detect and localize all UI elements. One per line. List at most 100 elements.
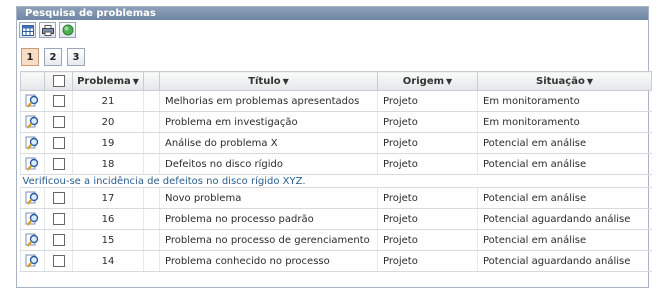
cell-spacer: [143, 187, 160, 209]
cell-origem: Projeto: [377, 111, 478, 133]
row-checkbox[interactable]: [52, 234, 65, 246]
header-icon-col: [20, 71, 45, 91]
magnifier-icon: [25, 157, 39, 171]
row-checkbox[interactable]: [52, 192, 65, 204]
view-details-button[interactable]: [20, 153, 45, 175]
globe-icon: [62, 24, 73, 36]
table-header-row: Problema ▼ Título ▼ Origem ▼ Situação ▼: [20, 71, 652, 91]
row-checkbox-cell: [44, 208, 73, 230]
cell-spacer: [143, 153, 160, 175]
row-checkbox[interactable]: [52, 213, 65, 225]
row-checkbox-cell: [44, 153, 73, 175]
cell-problema: 16: [72, 208, 144, 230]
panel-title: Pesquisa de problemas: [17, 7, 648, 20]
magnifier-icon: [25, 94, 39, 108]
cell-origem: Projeto: [377, 153, 478, 175]
row-checkbox-cell: [44, 187, 73, 209]
magnifier-icon: [25, 191, 39, 205]
pagination: 1 2 3: [21, 48, 85, 66]
toolbar: [19, 22, 76, 38]
page-2-button[interactable]: 2: [44, 48, 62, 66]
sort-down-icon: ▼: [282, 76, 289, 86]
cell-situacao: Potencial em análise: [477, 187, 652, 209]
cell-origem: Projeto: [377, 250, 478, 272]
cell-situacao: Potencial aguardando análise: [477, 208, 652, 230]
problems-table: Problema ▼ Título ▼ Origem ▼ Situação ▼ 21 Me…: [20, 71, 652, 272]
cell-spacer: [143, 208, 160, 230]
view-details-button[interactable]: [20, 132, 45, 154]
print-button[interactable]: [39, 22, 56, 38]
cell-spacer: [143, 111, 160, 133]
view-details-button[interactable]: [20, 250, 45, 272]
cell-titulo: Defeitos no disco rígido: [159, 153, 378, 175]
page-1-button[interactable]: 1: [21, 48, 39, 66]
view-details-button[interactable]: [20, 90, 45, 112]
header-origem[interactable]: Origem ▼: [377, 71, 478, 91]
row-checkbox[interactable]: [52, 255, 65, 267]
table-row[interactable]: 20 Problema em investigação Projeto Em moni…: [20, 111, 652, 133]
cell-titulo: Análise do problema X: [159, 132, 378, 154]
select-all-checkbox[interactable]: [52, 75, 65, 87]
cell-spacer: [143, 250, 160, 272]
refresh-button[interactable]: [59, 22, 76, 38]
cell-origem: Projeto: [377, 132, 478, 154]
table-row[interactable]: 17 Novo problema Projeto Potencial em análi…: [20, 187, 652, 209]
header-situacao[interactable]: Situação ▼: [477, 71, 652, 91]
row-checkbox-cell: [44, 132, 73, 154]
cell-situacao: Potencial aguardando análise: [477, 250, 652, 272]
table-row[interactable]: 19 Análise do problema X Projeto Potencial …: [20, 132, 652, 154]
magnifier-icon: [25, 254, 39, 268]
cell-origem: Projeto: [377, 187, 478, 209]
row-checkbox-cell: [44, 250, 73, 272]
table-icon: [21, 24, 34, 36]
row-checkbox-cell: [44, 111, 73, 133]
cell-origem: Projeto: [377, 90, 478, 112]
cell-spacer: [143, 132, 160, 154]
cell-titulo: Problema conhecido no processo: [159, 250, 378, 272]
cell-titulo: Novo problema: [159, 187, 378, 209]
cell-problema: 14: [72, 250, 144, 272]
cell-origem: Projeto: [377, 208, 478, 230]
cell-titulo: Melhorias em problemas apresentados: [159, 90, 378, 112]
note-text: Verificou-se a incidência de defeitos no…: [20, 174, 652, 188]
header-problema[interactable]: Problema ▼: [72, 71, 144, 91]
row-checkbox-cell: [44, 229, 73, 251]
row-checkbox[interactable]: [52, 116, 65, 128]
cell-titulo: Problema em investigação: [159, 111, 378, 133]
cell-problema: 17: [72, 187, 144, 209]
table-row[interactable]: 18 Defeitos no disco rígido Projeto Potenci…: [20, 153, 652, 175]
magnifier-icon: [25, 233, 39, 247]
row-checkbox[interactable]: [52, 158, 65, 170]
view-details-button[interactable]: [20, 229, 45, 251]
table-row[interactable]: 21 Melhorias em problemas apresentados Pro…: [20, 90, 652, 112]
row-checkbox-cell: [44, 90, 73, 112]
cell-situacao: Potencial em análise: [477, 132, 652, 154]
view-details-button[interactable]: [20, 111, 45, 133]
cell-problema: 19: [72, 132, 144, 154]
view-details-button[interactable]: [20, 208, 45, 230]
cell-problema: 18: [72, 153, 144, 175]
cell-titulo: Problema no processo de gerenciamento: [159, 229, 378, 251]
problem-search-panel: Pesquisa de problemas 1 2 3 Problema ▼ T…: [16, 6, 652, 288]
cell-spacer: [143, 229, 160, 251]
row-checkbox[interactable]: [52, 95, 65, 107]
page-3-button[interactable]: 3: [67, 48, 85, 66]
magnifier-icon: [25, 115, 39, 129]
table-view-button[interactable]: [19, 22, 36, 38]
cell-situacao: Em monitoramento: [477, 90, 652, 112]
cell-problema: 21: [72, 90, 144, 112]
cell-spacer: [143, 90, 160, 112]
cell-situacao: Potencial em análise: [477, 229, 652, 251]
row-checkbox[interactable]: [52, 137, 65, 149]
row-note: Verificou-se a incidência de defeitos no…: [20, 174, 652, 188]
header-spacer: [143, 71, 160, 91]
magnifier-icon: [25, 136, 39, 150]
cell-problema: 15: [72, 229, 144, 251]
magnifier-icon: [25, 212, 39, 226]
view-details-button[interactable]: [20, 187, 45, 209]
table-row[interactable]: 14 Problema conhecido no processo Projeto P…: [20, 250, 652, 272]
header-titulo[interactable]: Título ▼: [159, 71, 378, 91]
sort-down-icon: ▼: [586, 76, 593, 86]
table-row[interactable]: 15 Problema no processo de gerenciamento P…: [20, 229, 652, 251]
table-row[interactable]: 16 Problema no processo padrão Projeto Pote…: [20, 208, 652, 230]
